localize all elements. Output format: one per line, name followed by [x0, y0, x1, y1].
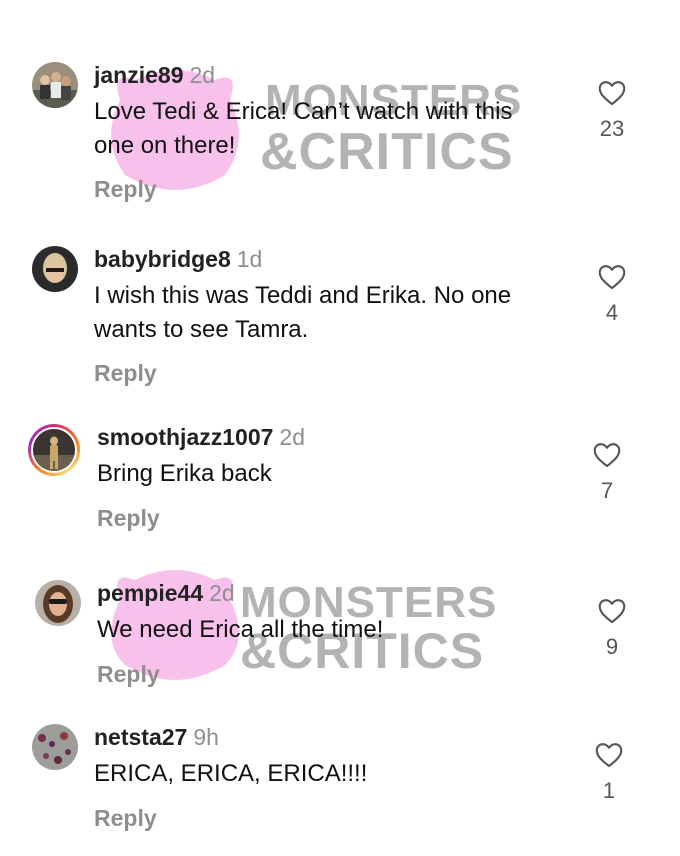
like-count: 4: [605, 300, 619, 325]
heart-outline-icon[interactable]: [598, 598, 626, 624]
like-control[interactable]: 1: [589, 742, 629, 804]
comment-header: netsta27 9h: [94, 724, 219, 751]
timestamp: 2d: [279, 424, 305, 450]
like-control[interactable]: 23: [592, 80, 632, 142]
avatar[interactable]: [32, 62, 78, 108]
avatar[interactable]: [32, 724, 78, 770]
reply-button[interactable]: Reply: [97, 505, 160, 532]
heart-outline-icon[interactable]: [593, 442, 621, 468]
like-count: 7: [600, 478, 614, 503]
username[interactable]: pempie44: [97, 580, 203, 606]
username[interactable]: janzie89: [94, 62, 184, 88]
comment-text: Love Tedi & Erica! Can’t watch with this…: [94, 98, 513, 159]
comment-header: babybridge8 1d: [94, 246, 262, 273]
like-count: 9: [605, 634, 619, 659]
avatar-story-ring[interactable]: [28, 424, 80, 476]
reply-button[interactable]: Reply: [97, 661, 160, 688]
avatar[interactable]: [35, 580, 81, 626]
comment-text: ERICA, ERICA, ERICA!!!!: [94, 760, 368, 787]
like-control[interactable]: 4: [592, 264, 632, 326]
comment-text: Bring Erika back: [97, 460, 272, 487]
comment-text: We need Erica all the time!: [97, 616, 384, 643]
heart-outline-icon[interactable]: [598, 264, 626, 290]
reply-button[interactable]: Reply: [94, 176, 157, 203]
like-control[interactable]: 7: [587, 442, 627, 504]
timestamp: 2d: [209, 580, 235, 606]
avatar[interactable]: [31, 427, 77, 473]
username[interactable]: smoothjazz1007: [97, 424, 273, 450]
comment-header: smoothjazz1007 2d: [97, 424, 305, 451]
like-control[interactable]: 9: [592, 598, 632, 660]
like-count: 23: [599, 116, 625, 141]
like-count: 1: [602, 778, 616, 803]
avatar[interactable]: [32, 246, 78, 292]
comment-text: I wish this was Teddi and Erika. No one …: [94, 282, 512, 343]
heart-outline-icon[interactable]: [595, 742, 623, 768]
timestamp: 9h: [193, 724, 219, 750]
reply-button[interactable]: Reply: [94, 805, 157, 832]
username[interactable]: babybridge8: [94, 246, 231, 272]
username[interactable]: netsta27: [94, 724, 187, 750]
reply-button[interactable]: Reply: [94, 360, 157, 387]
heart-outline-icon[interactable]: [598, 80, 626, 106]
timestamp: 2d: [189, 62, 216, 88]
comment-header: janzie89 2d: [94, 62, 215, 89]
timestamp: 1d: [236, 246, 263, 272]
comment-header: pempie44 2d: [97, 580, 235, 607]
